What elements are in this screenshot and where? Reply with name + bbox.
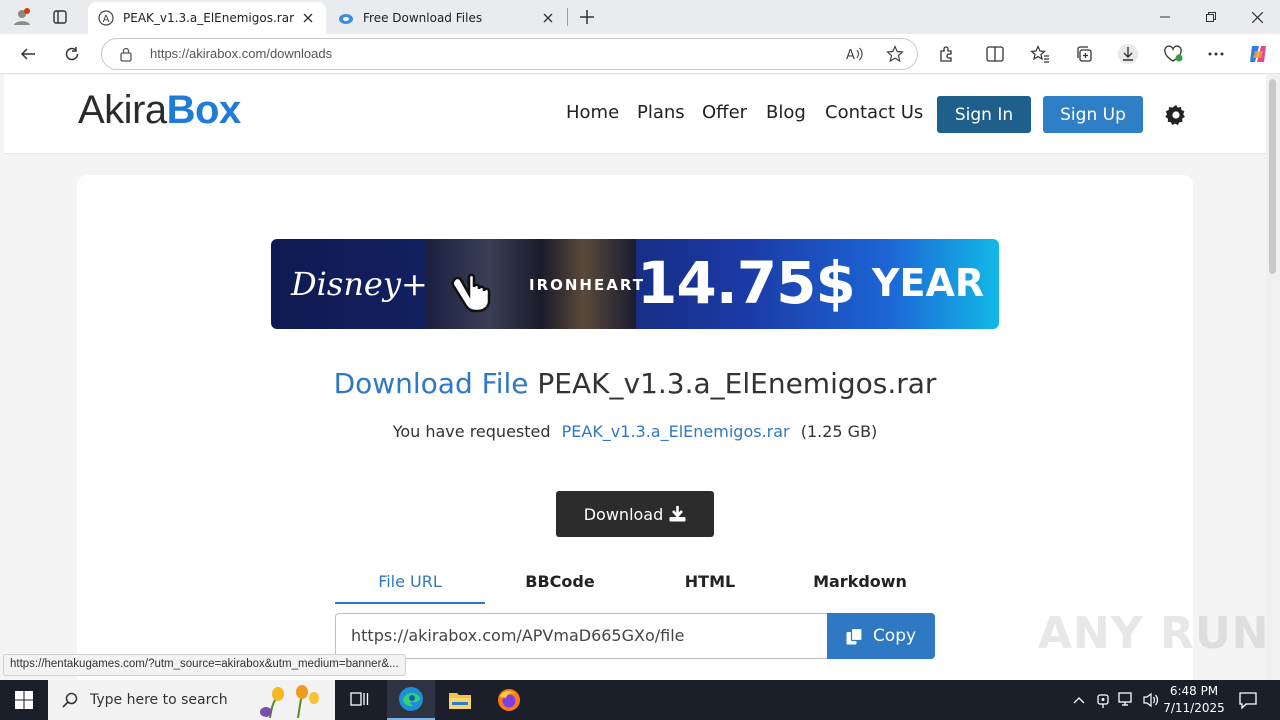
anyrun-watermark: ANY RUN (1038, 608, 1270, 659)
download-arrow-icon (669, 506, 686, 522)
network-icon[interactable] (1116, 680, 1138, 720)
search-icon (62, 692, 78, 708)
search-placeholder: Type here to search (90, 692, 228, 708)
share-tabs: File URL BBCode HTML Markdown (335, 568, 935, 604)
extensions-icon[interactable] (932, 39, 962, 69)
address-url: https://akirabox.com/downloads (150, 46, 333, 61)
sign-up-button[interactable]: Sign Up (1043, 96, 1143, 133)
favorites-icon[interactable] (1025, 39, 1055, 69)
download-button[interactable]: Download (556, 491, 714, 537)
task-view-icon[interactable] (336, 680, 384, 720)
page-viewport: AkiraBox Home Plans Offer Blog Contact U… (0, 75, 1280, 683)
copy-button-label: Copy (872, 626, 917, 646)
close-tab-icon[interactable] (540, 10, 556, 26)
browser-tab-strip: A PEAK_v1.3.a_ElEnemigos.rar - Akir Free… (0, 0, 1280, 34)
nav-blog[interactable]: Blog (766, 102, 806, 123)
windows-taskbar: Type here to search 6:48 PM 7/11/2025 (0, 680, 1280, 720)
banner-show-title: IRONHEART (529, 276, 645, 294)
copy-icon (846, 627, 863, 644)
akirabox-logo[interactable]: AkiraBox (78, 88, 241, 133)
tab-akirabox[interactable]: A PEAK_v1.3.a_ElEnemigos.rar - Akir (88, 2, 326, 34)
scrollbar-thumb[interactable] (1269, 79, 1276, 274)
back-icon[interactable] (13, 39, 43, 69)
usb-device-icon[interactable] (1094, 680, 1112, 720)
tab-separator (567, 8, 568, 26)
browser-toolbar: https://akirabox.com/downloads A (0, 34, 1280, 74)
banner-period: YEAR (872, 261, 985, 305)
collections-icon[interactable] (1069, 39, 1099, 69)
address-bar[interactable]: https://akirabox.com/downloads A (101, 38, 918, 70)
new-tab-icon[interactable] (573, 4, 601, 30)
copilot-icon[interactable] (1243, 39, 1273, 69)
pointing-hand-icon (451, 273, 491, 313)
nav-contact-us[interactable]: Contact Us (825, 102, 923, 123)
split-screen-icon[interactable] (980, 39, 1010, 69)
refresh-icon[interactable] (57, 39, 87, 69)
banner-price: 14.75$ (637, 249, 856, 317)
read-aloud-icon[interactable]: A (846, 46, 864, 66)
nav-home[interactable]: Home (566, 102, 619, 123)
search-highlight-flowers-icon (260, 685, 319, 718)
requested-line: You have requested PEAK_v1.3.a_ElEnemigo… (0, 422, 1270, 441)
edge-taskbar-icon[interactable] (387, 680, 435, 720)
svg-text:A: A (846, 48, 855, 62)
more-options-icon[interactable] (1201, 39, 1231, 69)
tab-markdown[interactable]: Markdown (785, 568, 935, 604)
taskbar-search-box[interactable]: Type here to search (48, 680, 335, 720)
site-header: AkiraBox Home Plans Offer Blog Contact U… (4, 75, 1266, 154)
copy-button[interactable]: Copy (827, 613, 935, 659)
svg-text:A: A (103, 14, 110, 25)
site-info-icon[interactable] (119, 47, 133, 66)
firefox-icon[interactable] (485, 680, 533, 720)
tab-free-download-files[interactable]: Free Download Files (328, 2, 566, 34)
tab-title: PEAK_v1.3.a_ElEnemigos.rar - Akir (123, 11, 294, 25)
close-tab-icon[interactable] (300, 10, 316, 26)
nav-offer[interactable]: Offer (702, 102, 747, 123)
akirabox-favicon-icon: A (98, 10, 114, 26)
file-url-field[interactable]: https://akirabox.com/APVmaD665GXo/file (335, 613, 828, 659)
theme-gear-icon[interactable] (1164, 103, 1188, 127)
start-button[interactable] (0, 680, 48, 720)
notifications-icon[interactable] (1236, 680, 1260, 720)
disney-plus-ad-banner[interactable]: Disney+ IRONHEART 14.75$ YEAR (271, 239, 999, 329)
system-clock[interactable]: 6:48 PM 7/11/2025 (1158, 683, 1230, 717)
show-hidden-icons-chevron-icon[interactable] (1070, 680, 1088, 720)
tab-file-url[interactable]: File URL (335, 568, 485, 604)
disney-plus-logo: Disney+ (291, 265, 428, 303)
windows-logo-icon (15, 691, 33, 709)
restore-icon[interactable] (1188, 0, 1234, 34)
requested-prefix: You have requested (392, 422, 551, 441)
downloads-icon[interactable] (1113, 39, 1143, 69)
logo-text-box: Box (166, 88, 242, 132)
browser-essentials-icon[interactable] (1158, 39, 1188, 69)
download-heading-filename: PEAK_v1.3.a_ElEnemigos.rar (537, 367, 937, 400)
clock-time: 6:48 PM (1169, 684, 1219, 698)
profile-icon[interactable] (8, 4, 36, 30)
file-size: (1.25 GB) (800, 422, 878, 441)
favorite-star-icon[interactable] (886, 45, 904, 67)
tab-html[interactable]: HTML (635, 568, 785, 604)
download-button-label: Download (583, 504, 664, 524)
clock-date: 7/11/2025 (1163, 701, 1225, 715)
close-window-icon[interactable] (1234, 0, 1280, 34)
sign-in-button[interactable]: Sign In (937, 96, 1031, 133)
download-heading-accent: Download File (333, 367, 529, 400)
nav-plans[interactable]: Plans (637, 102, 685, 123)
tab-actions-icon[interactable] (46, 4, 74, 30)
logo-text-akira: Akira (78, 88, 167, 132)
file-explorer-icon[interactable] (436, 680, 484, 720)
tab-title: Free Download Files (363, 11, 483, 25)
minimize-icon[interactable] (1142, 0, 1188, 34)
cloud-favicon-icon (338, 10, 354, 26)
requested-file-link[interactable]: PEAK_v1.3.a_ElEnemigos.rar (562, 422, 790, 441)
tab-bbcode[interactable]: BBCode (485, 568, 635, 604)
download-heading: Download File PEAK_v1.3.a_ElEnemigos.rar (0, 367, 1270, 400)
link-status-bar: https://hentakugames.com/?utm_source=aki… (3, 654, 406, 676)
